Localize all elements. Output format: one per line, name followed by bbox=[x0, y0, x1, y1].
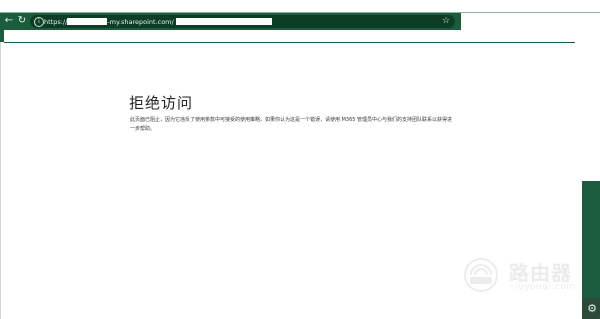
watermark: 路由器 luyouqi.com bbox=[459, 255, 579, 295]
browser-toolbar: ← ↻ i https:// -my.sharepoint.com/ ☆ bbox=[0, 13, 461, 30]
info-icon[interactable]: i bbox=[34, 17, 44, 27]
address-bar[interactable]: i https:// -my.sharepoint.com/ ☆ bbox=[30, 15, 455, 28]
url-prefix: https:// bbox=[44, 17, 68, 26]
page-title: 拒绝访问 bbox=[129, 94, 194, 112]
url-text: https:// -my.sharepoint.com/ bbox=[44, 16, 272, 27]
left-divider bbox=[0, 42, 1, 319]
router-logo-icon bbox=[464, 258, 498, 292]
frame-edge bbox=[0, 30, 4, 42]
header-divider bbox=[4, 42, 575, 43]
error-message: 此页面已阻止，因为它违反了使用条款中可接受的使用策略。如果你认为这是一个错误，请… bbox=[130, 117, 453, 132]
gear-icon[interactable]: ⚙ bbox=[586, 303, 598, 315]
redacted-path bbox=[175, 18, 272, 25]
side-panel bbox=[582, 181, 600, 298]
watermark-domain: luyouqi.com bbox=[515, 282, 576, 292]
redacted-tenant bbox=[67, 18, 108, 25]
star-icon[interactable]: ☆ bbox=[441, 15, 451, 27]
url-domain: -my.sharepoint.com/ bbox=[107, 17, 174, 26]
refresh-icon[interactable]: ↻ bbox=[16, 15, 28, 27]
back-arrow-icon[interactable]: ← bbox=[3, 15, 15, 27]
